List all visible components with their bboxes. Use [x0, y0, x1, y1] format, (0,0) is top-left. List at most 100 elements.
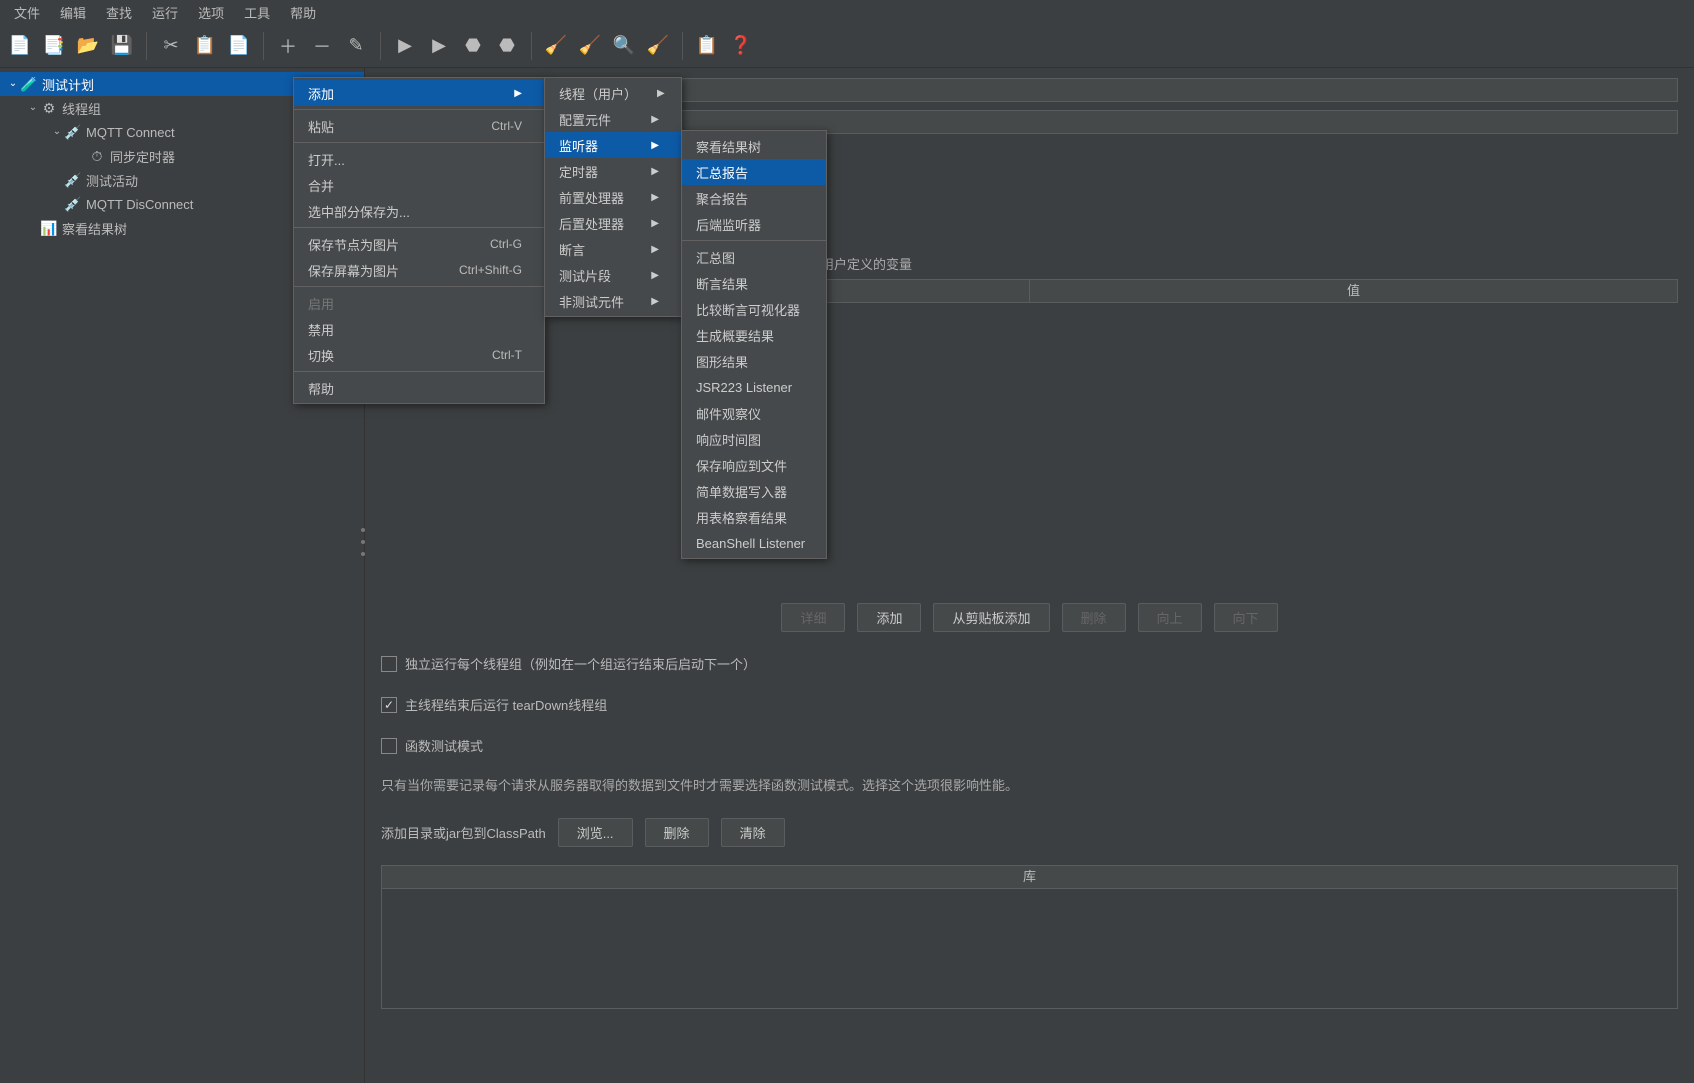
menu-run[interactable]: 运行 — [144, 1, 186, 24]
submenu-arrow-icon: ▶ — [651, 192, 659, 203]
shortcut-label: Ctrl+Shift-G — [459, 263, 522, 277]
run-remote-icon[interactable]: ▶ — [425, 32, 453, 60]
ctx-label: JSR223 Listener — [696, 380, 792, 395]
menu-options[interactable]: 选项 — [190, 1, 232, 24]
chk-teardown-label: 主线程结束后运行 tearDown线程组 — [405, 695, 607, 714]
clear-all-icon[interactable]: 🧹 — [576, 32, 604, 60]
stop-icon[interactable]: ⬣ — [459, 32, 487, 60]
ctx-label: 后端监听器 — [696, 215, 761, 234]
ctx-nontest[interactable]: 非测试元件▶ — [545, 288, 681, 314]
btn-browse[interactable]: 浏览... — [558, 818, 633, 847]
user-vars-label: 用户定义的变量 — [821, 254, 1678, 273]
menu-edit[interactable]: 编辑 — [52, 1, 94, 24]
ctx-label: 监听器 — [559, 136, 598, 155]
ctx-assertion-results[interactable]: 断言结果 — [682, 270, 826, 296]
btn-up[interactable]: 向上 — [1138, 603, 1202, 632]
ctx-aggregate-report[interactable]: 聚合报告 — [682, 185, 826, 211]
ctx-beanshell-listener[interactable]: BeanShell Listener — [682, 530, 826, 556]
toolbar-separator — [531, 32, 532, 60]
context-menu-listener: 察看结果树 汇总报告 聚合报告 后端监听器 汇总图 断言结果 比较断言可视化器 … — [681, 130, 827, 559]
shortcut-label: Ctrl-T — [492, 348, 522, 362]
ctx-save-selection[interactable]: 选中部分保存为... — [294, 198, 544, 224]
ctx-disable[interactable]: 禁用 — [294, 316, 544, 342]
ctx-simple-data-writer[interactable]: 简单数据写入器 — [682, 478, 826, 504]
toolbar-separator — [146, 32, 147, 60]
chk-functional-mode[interactable] — [381, 738, 397, 754]
ctx-mail-visualizer[interactable]: 邮件观察仪 — [682, 400, 826, 426]
ctx-graph-results[interactable]: 图形结果 — [682, 348, 826, 374]
ctx-view-results-tree[interactable]: 察看结果树 — [682, 133, 826, 159]
copy-icon[interactable]: 📋 — [191, 32, 219, 60]
search-icon[interactable]: 🔍 — [610, 32, 638, 60]
cut-icon[interactable]: ✂ — [157, 32, 185, 60]
menu-tools[interactable]: 工具 — [236, 1, 278, 24]
paste-icon[interactable]: 📄 — [225, 32, 253, 60]
ctx-label: 断言 — [559, 240, 585, 259]
ctx-threads[interactable]: 线程（用户）▶ — [545, 80, 681, 106]
clear-icon[interactable]: 🧹 — [542, 32, 570, 60]
btn-delete[interactable]: 删除 — [1062, 603, 1126, 632]
ctx-label: 切换 — [308, 346, 334, 365]
chk-serial-thread-groups[interactable] — [381, 656, 397, 672]
ctx-label: 图形结果 — [696, 352, 748, 371]
ctx-response-time-graph[interactable]: 响应时间图 — [682, 426, 826, 452]
minus-icon[interactable]: － — [308, 32, 336, 60]
btn-down[interactable]: 向下 — [1214, 603, 1278, 632]
ctx-assertion[interactable]: 断言▶ — [545, 236, 681, 262]
ctx-add[interactable]: 添加 ▶ — [294, 80, 544, 106]
run-icon[interactable]: ▶ — [391, 32, 419, 60]
ctx-merge[interactable]: 合并 — [294, 172, 544, 198]
help-icon[interactable]: ❓ — [727, 32, 755, 60]
ctx-summary-report[interactable]: 汇总报告 — [682, 159, 826, 185]
ctx-preprocessor[interactable]: 前置处理器▶ — [545, 184, 681, 210]
new-file-icon[interactable]: 📄 — [6, 32, 34, 60]
ctx-listener[interactable]: 监听器▶ — [545, 132, 681, 158]
btn-add[interactable]: 添加 — [857, 603, 921, 632]
ctx-help[interactable]: 帮助 — [294, 375, 544, 401]
ctx-jsr223-listener[interactable]: JSR223 Listener — [682, 374, 826, 400]
func-icon[interactable]: 📋 — [693, 32, 721, 60]
ctx-view-results-table[interactable]: 用表格察看结果 — [682, 504, 826, 530]
ctx-paste[interactable]: 粘贴 Ctrl-V — [294, 113, 544, 139]
ctx-backend-listener[interactable]: 后端监听器 — [682, 211, 826, 237]
menu-search[interactable]: 查找 — [98, 1, 140, 24]
ctx-fragment[interactable]: 测试片段▶ — [545, 262, 681, 288]
broom-icon[interactable]: 🧹 — [644, 32, 672, 60]
ctx-save-response-file[interactable]: 保存响应到文件 — [682, 452, 826, 478]
ctx-timer[interactable]: 定时器▶ — [545, 158, 681, 184]
ctx-save-screen-image[interactable]: 保存屏幕为图片 Ctrl+Shift-G — [294, 257, 544, 283]
plus-icon[interactable]: ＋ — [274, 32, 302, 60]
library-list[interactable] — [381, 889, 1678, 1009]
btn-classpath-clear[interactable]: 清除 — [721, 818, 785, 847]
ctx-generate-summary[interactable]: 生成概要结果 — [682, 322, 826, 348]
open-icon[interactable]: 📂 — [74, 32, 102, 60]
btn-classpath-delete[interactable]: 删除 — [645, 818, 709, 847]
submenu-arrow-icon: ▶ — [651, 114, 659, 125]
ctx-open[interactable]: 打开... — [294, 146, 544, 172]
ctx-label: 添加 — [308, 84, 334, 103]
wand-icon[interactable]: ✎ — [342, 32, 370, 60]
templates-icon[interactable]: 📑 — [40, 32, 68, 60]
ctx-label: 后置处理器 — [559, 214, 624, 233]
menu-file[interactable]: 文件 — [6, 1, 48, 24]
ctx-config[interactable]: 配置元件▶ — [545, 106, 681, 132]
context-menu-add: 线程（用户）▶ 配置元件▶ 监听器▶ 定时器▶ 前置处理器▶ 后置处理器▶ 断言… — [544, 77, 682, 317]
submenu-arrow-icon: ▶ — [657, 88, 665, 99]
save-icon[interactable]: 💾 — [108, 32, 136, 60]
shutdown-icon[interactable]: ⬣ — [493, 32, 521, 60]
ctx-label: 保存屏幕为图片 — [308, 261, 399, 280]
ctx-aggregate-graph[interactable]: 汇总图 — [682, 244, 826, 270]
library-header: 库 — [381, 865, 1678, 889]
ctx-label: 汇总图 — [696, 248, 735, 267]
ctx-compare-assertion[interactable]: 比较断言可视化器 — [682, 296, 826, 322]
chk-teardown[interactable] — [381, 697, 397, 713]
submenu-arrow-icon: ▶ — [651, 296, 659, 307]
btn-add-from-clipboard[interactable]: 从剪贴板添加 — [933, 603, 1049, 632]
shortcut-label: Ctrl-V — [491, 119, 522, 133]
ctx-save-node-image[interactable]: 保存节点为图片 Ctrl-G — [294, 231, 544, 257]
btn-detail[interactable]: 详细 — [781, 603, 845, 632]
ctx-postprocessor[interactable]: 后置处理器▶ — [545, 210, 681, 236]
ctx-toggle[interactable]: 切换 Ctrl-T — [294, 342, 544, 368]
ctx-label: 响应时间图 — [696, 430, 761, 449]
menu-help[interactable]: 帮助 — [282, 1, 324, 24]
